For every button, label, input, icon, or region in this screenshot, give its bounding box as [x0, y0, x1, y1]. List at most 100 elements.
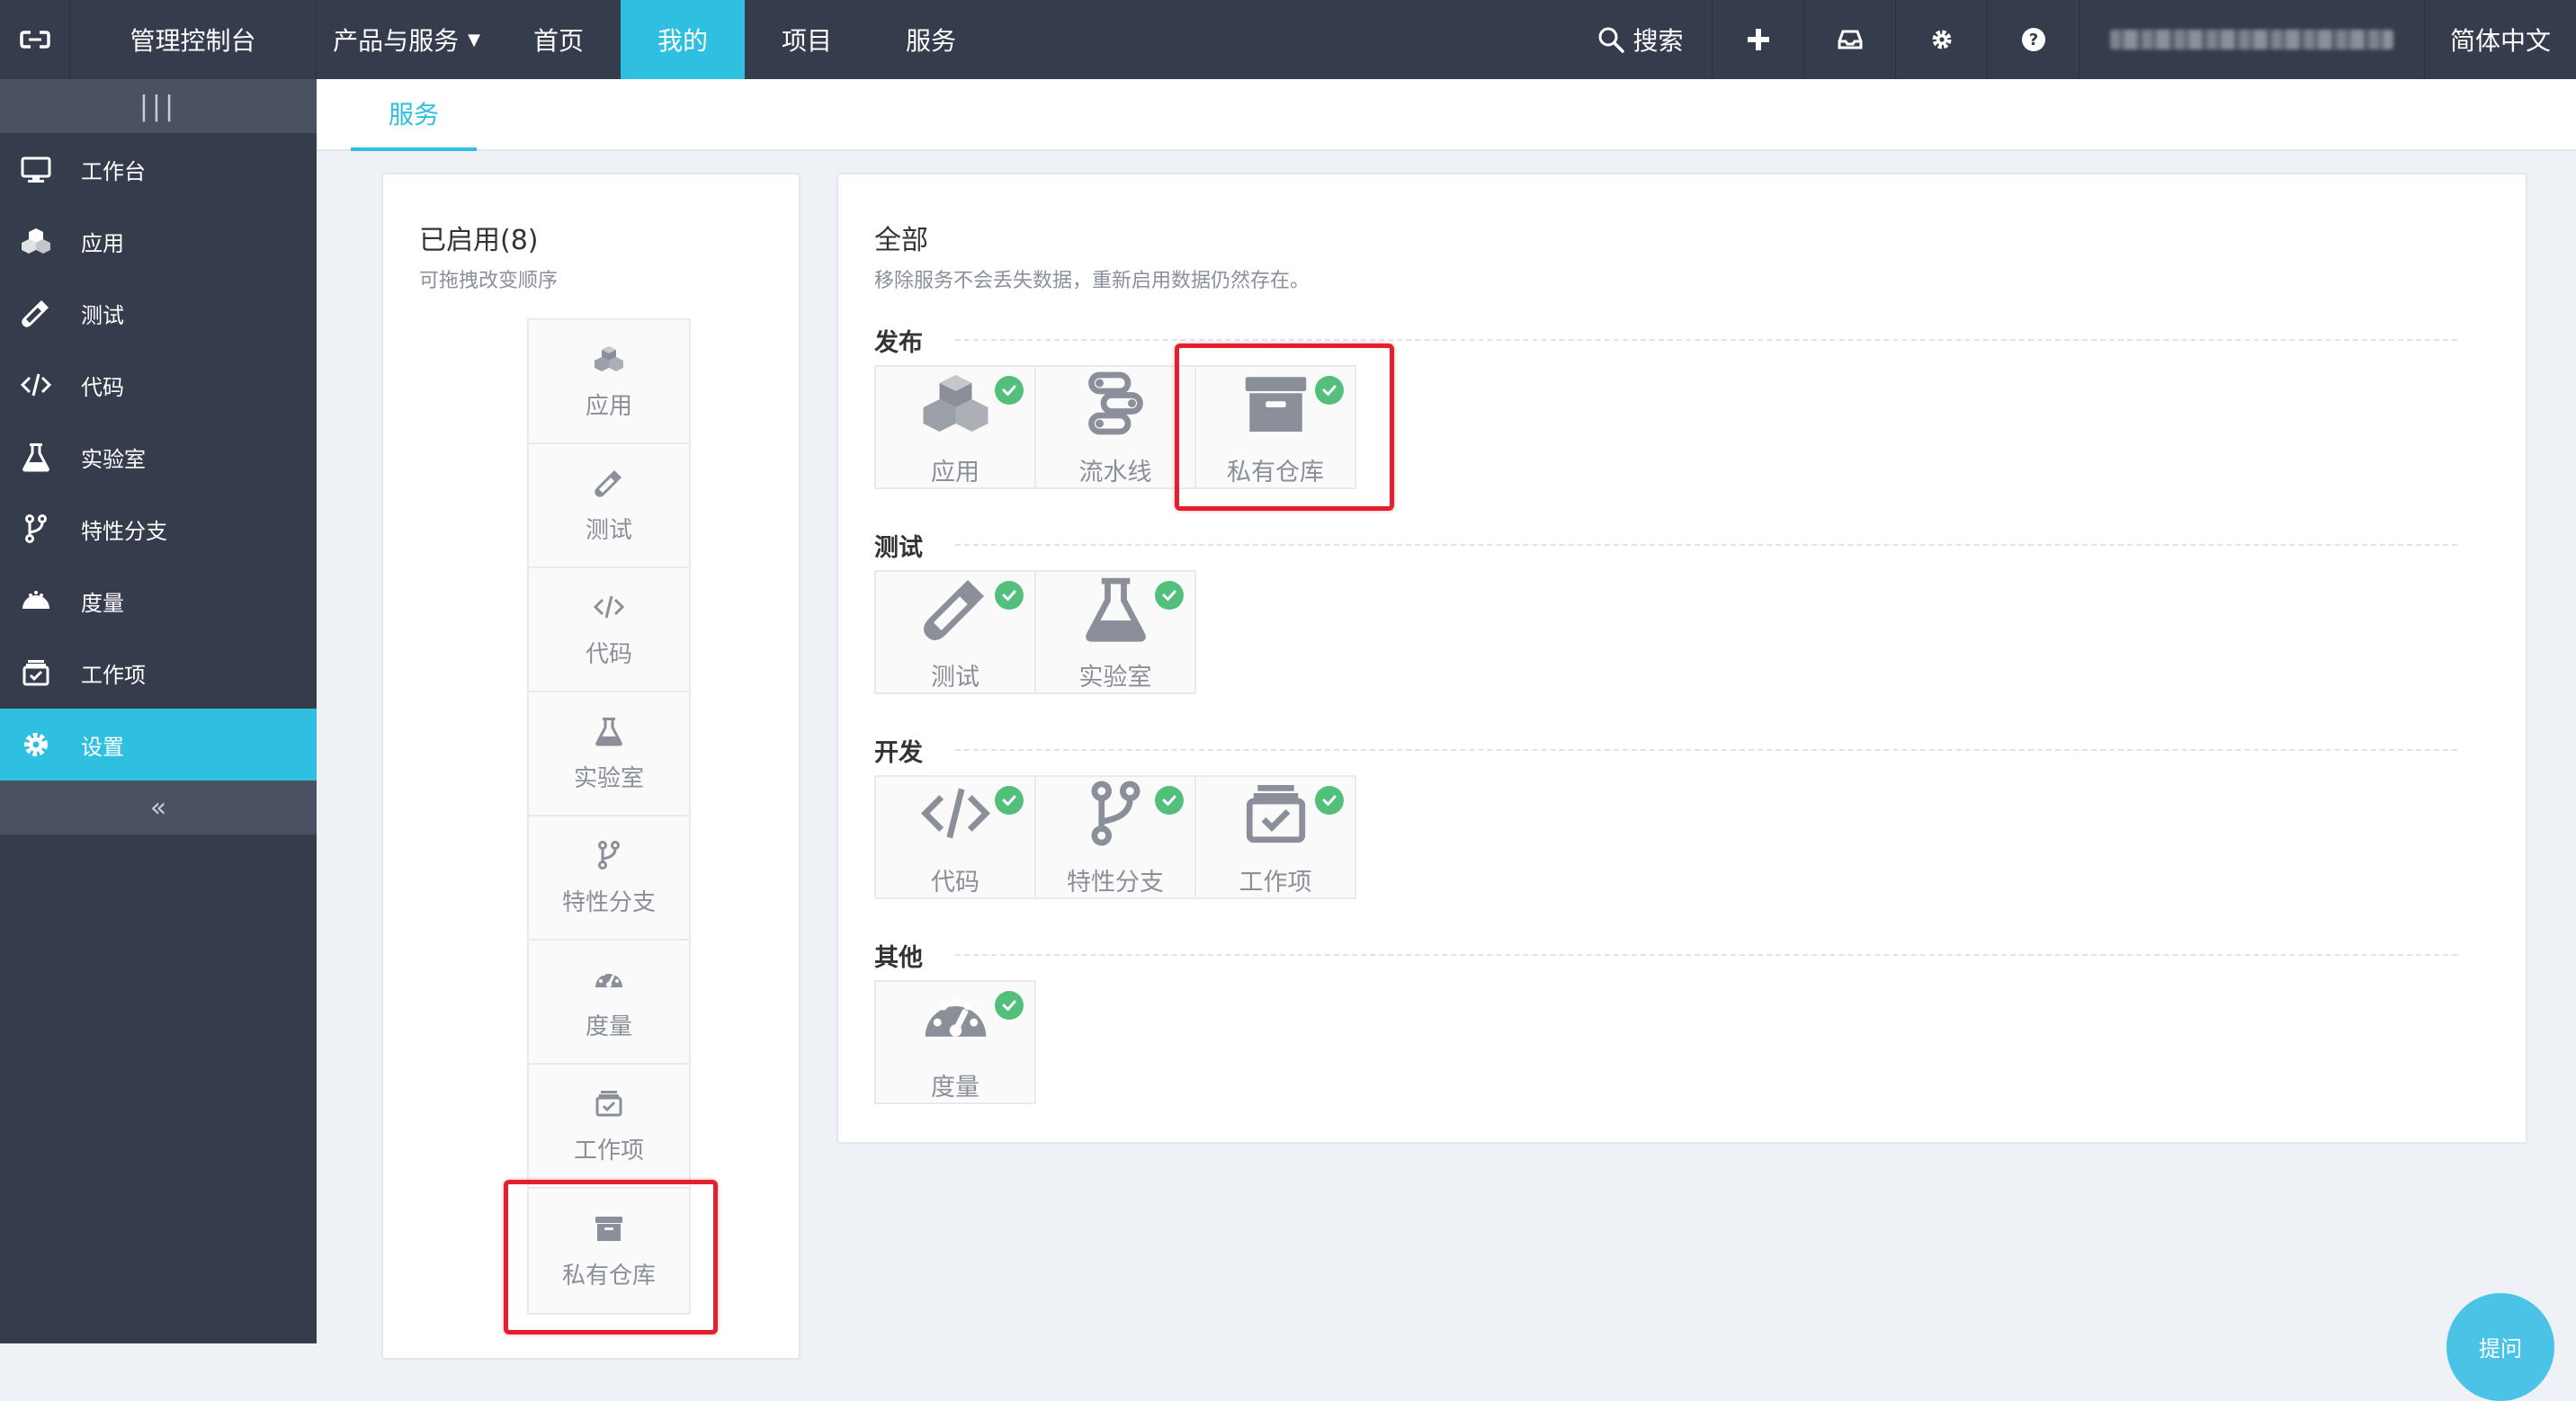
highlight-private-repo-card	[1175, 344, 1394, 511]
sub-header: 服务	[317, 79, 2576, 151]
sidebar-item-apps[interactable]: 应用	[0, 205, 317, 277]
category-testing: 测试 测试 实验室	[874, 527, 2493, 694]
flask-icon	[1085, 577, 1146, 642]
check-icon	[1162, 795, 1176, 806]
service-card-label: 度量	[931, 1074, 979, 1102]
service-card[interactable]: 工作项	[1194, 775, 1356, 899]
enabled-service-label: 代码	[585, 640, 632, 668]
enabled-check-badge	[995, 786, 1024, 815]
enabled-check-badge	[995, 991, 1024, 1020]
service-card-label: 特性分支	[1067, 869, 1164, 897]
tab-services[interactable]: 服务	[351, 79, 477, 151]
check-icon	[1162, 590, 1176, 601]
category-divider	[955, 544, 2457, 546]
code-icon	[593, 595, 625, 618]
enabled-service-item[interactable]: 度量	[529, 941, 689, 1065]
nav-home[interactable]: 首页	[496, 0, 621, 79]
help-button[interactable]: ?	[1988, 0, 2080, 79]
enabled-service-label: 工作项	[573, 1137, 644, 1165]
question-icon: ?	[2021, 28, 2045, 51]
service-cards: 度量	[874, 980, 2493, 1104]
service-card[interactable]: 度量	[874, 980, 1036, 1104]
create-button[interactable]	[1713, 0, 1804, 79]
category-title: 测试	[874, 533, 923, 562]
enabled-check-badge	[1155, 581, 1184, 610]
enabled-service-item[interactable]: 测试	[529, 444, 689, 568]
inbox-button[interactable]	[1804, 0, 1896, 79]
enabled-service-label: 特性分支	[561, 888, 656, 916]
gear-icon	[1932, 30, 1951, 49]
plus-icon	[1747, 29, 1769, 50]
sidebar-item-settings[interactable]: 设置	[0, 709, 317, 781]
service-card[interactable]: 测试	[874, 570, 1036, 694]
gauge-icon	[22, 591, 49, 609]
enabled-service-item[interactable]: 实验室	[529, 692, 689, 817]
sidebar-item-feature-branch[interactable]: 特性分支	[0, 493, 317, 565]
sidebar-item-label: 工作台	[81, 158, 146, 184]
category-title: 开发	[874, 738, 923, 767]
sidebar: ||| 工作台 应用 测试 代码 实验室 特性分支 度量 工作项 设置 «	[0, 79, 317, 1343]
service-card[interactable]: 代码	[874, 775, 1036, 899]
sidebar-toggle[interactable]: |||	[0, 79, 317, 133]
service-card[interactable]: 应用	[874, 365, 1036, 489]
enabled-service-item[interactable]: 工作项	[529, 1065, 689, 1189]
category-divider	[955, 339, 2457, 341]
collapse-sidebar-button[interactable]: «	[0, 781, 317, 834]
search-label: 搜索	[1632, 26, 1684, 56]
workitem-icon	[595, 1090, 622, 1116]
nav-mine[interactable]: 我的	[621, 0, 745, 79]
dropper-icon	[595, 469, 622, 497]
flask-icon-wrapper	[18, 439, 54, 475]
sidebar-item-label: 代码	[81, 374, 124, 400]
category-divider	[955, 749, 2457, 751]
service-card[interactable]: 特性分支	[1034, 775, 1196, 899]
check-icon	[1002, 590, 1016, 601]
search-button[interactable]: 搜索	[1569, 0, 1713, 79]
enabled-check-badge	[995, 581, 1024, 610]
sidebar-item-label: 实验室	[81, 446, 146, 472]
enabled-service-item[interactable]: 代码	[529, 568, 689, 692]
service-card[interactable]: 流水线	[1034, 365, 1196, 489]
sidebar-item-code[interactable]: 代码	[0, 349, 317, 421]
console-link[interactable]: 管理控制台	[70, 0, 317, 79]
service-cards: 应用 流水线 私有仓库	[874, 365, 2493, 489]
sidebar-item-work-items[interactable]: 工作项	[0, 637, 317, 709]
language-switch[interactable]: 简体中文	[2425, 0, 2576, 79]
products-services-menu[interactable]: 产品与服务 ▼	[317, 0, 496, 79]
enabled-service-item[interactable]: 应用	[529, 320, 689, 444]
all-description: 移除服务不会丢失数据，重新启用数据仍然存在。	[874, 270, 1310, 292]
service-card[interactable]: 实验室	[1034, 570, 1196, 694]
sidebar-item-label: 度量	[81, 590, 124, 616]
cubes-icon	[595, 345, 623, 371]
redacted-username	[2110, 30, 2393, 49]
enabled-service-label: 度量	[585, 1013, 632, 1040]
gauge-icon	[925, 995, 986, 1037]
category-header: 发布	[874, 322, 2493, 358]
category-header: 开发	[874, 732, 2493, 768]
logo-icon	[19, 31, 50, 49]
sidebar-item-label: 设置	[81, 734, 124, 760]
category-other: 其他 度量	[874, 937, 2493, 1104]
workitem-icon-wrapper	[18, 655, 54, 691]
sidebar-item-label: 应用	[81, 230, 124, 256]
sidebar-item-testing[interactable]: 测试	[0, 277, 317, 349]
pipeline-icon	[1087, 371, 1143, 435]
monitor-icon-wrapper	[18, 151, 54, 187]
enabled-service-label: 实验室	[573, 764, 644, 792]
top-navigation-bar: 管理控制台 产品与服务 ▼ 首页 我的 项目 服务 搜索 ? 简体中文	[0, 0, 2576, 79]
nav-services[interactable]: 服务	[869, 0, 993, 79]
sidebar-item-lab[interactable]: 实验室	[0, 421, 317, 493]
enabled-service-label: 应用	[585, 392, 632, 420]
user-account-menu[interactable]	[2080, 0, 2425, 79]
cubes-icon	[923, 375, 988, 432]
settings-button[interactable]	[1896, 0, 1988, 79]
enabled-service-item[interactable]: 特性分支	[529, 817, 689, 941]
ask-question-button[interactable]: 提问	[2446, 1293, 2554, 1401]
dropper-icon	[22, 300, 49, 327]
logo[interactable]	[0, 0, 70, 79]
sidebar-item-label: 工作项	[81, 662, 146, 688]
sidebar-item-metrics[interactable]: 度量	[0, 565, 317, 637]
nav-projects[interactable]: 项目	[745, 0, 869, 79]
sidebar-item-dashboard[interactable]: 工作台	[0, 133, 317, 205]
sidebar-item-label: 测试	[81, 302, 124, 328]
